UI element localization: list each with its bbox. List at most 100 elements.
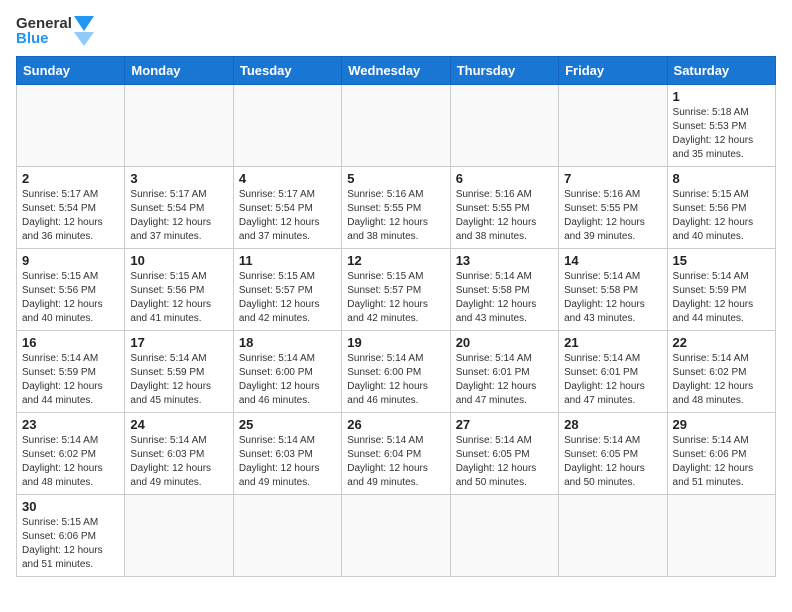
calendar-cell: 2 Sunrise: 5:17 AM Sunset: 5:54 PM Daylig… bbox=[17, 167, 125, 249]
day-info: Sunrise: 5:14 AM Sunset: 5:58 PM Dayligh… bbox=[456, 270, 553, 326]
day-number: 18 bbox=[239, 335, 336, 350]
day-number: 25 bbox=[239, 417, 336, 432]
calendar-cell bbox=[342, 495, 450, 577]
day-number: 6 bbox=[456, 171, 553, 186]
day-number: 20 bbox=[456, 335, 553, 350]
calendar-cell: 14 Sunrise: 5:14 AM Sunset: 5:58 PM Dayli… bbox=[559, 249, 667, 331]
calendar-week-row: 16Sunrise: 5:14 AM Sunset: 5:59 PM Dayli… bbox=[17, 331, 776, 413]
calendar-week-row: 30 Sunrise: 5:15 AM Sunset: 6:06 PM Dayli… bbox=[17, 495, 776, 577]
day-number: 28 bbox=[564, 417, 661, 432]
day-info: Sunrise: 5:14 AM Sunset: 6:03 PM Dayligh… bbox=[239, 434, 336, 490]
calendar-cell: 19 Sunrise: 5:14 AM Sunset: 6:00 PM Dayli… bbox=[342, 331, 450, 413]
day-number: 7 bbox=[564, 171, 661, 186]
col-header-wednesday: Wednesday bbox=[342, 57, 450, 85]
calendar-week-row: 2 Sunrise: 5:17 AM Sunset: 5:54 PM Daylig… bbox=[17, 167, 776, 249]
day-number: 12 bbox=[347, 253, 444, 268]
calendar-cell: 28 Sunrise: 5:14 AM Sunset: 6:05 PM Dayli… bbox=[559, 413, 667, 495]
day-info: Sunrise: 5:15 AM Sunset: 6:06 PM Dayligh… bbox=[22, 516, 119, 572]
calendar-table: SundayMondayTuesdayWednesdayThursdayFrid… bbox=[16, 56, 776, 577]
calendar-cell bbox=[559, 85, 667, 167]
day-info: Sunrise: 5:15 AM Sunset: 5:56 PM Dayligh… bbox=[673, 188, 770, 244]
col-header-monday: Monday bbox=[125, 57, 233, 85]
calendar-cell: 24Sunrise: 5:14 AM Sunset: 6:03 PM Dayli… bbox=[125, 413, 233, 495]
calendar-cell: 8 Sunrise: 5:15 AM Sunset: 5:56 PM Daylig… bbox=[667, 167, 775, 249]
day-info: Sunrise: 5:14 AM Sunset: 6:01 PM Dayligh… bbox=[456, 352, 553, 408]
col-header-sunday: Sunday bbox=[17, 57, 125, 85]
logo: General Blue bbox=[16, 16, 94, 46]
day-number: 17 bbox=[130, 335, 227, 350]
day-number: 15 bbox=[673, 253, 770, 268]
day-info: Sunrise: 5:14 AM Sunset: 5:59 PM Dayligh… bbox=[130, 352, 227, 408]
day-number: 30 bbox=[22, 499, 119, 514]
calendar-header-row: SundayMondayTuesdayWednesdayThursdayFrid… bbox=[17, 57, 776, 85]
calendar-cell: 22 Sunrise: 5:14 AM Sunset: 6:02 PM Dayli… bbox=[667, 331, 775, 413]
day-number: 9 bbox=[22, 253, 119, 268]
day-info: Sunrise: 5:17 AM Sunset: 5:54 PM Dayligh… bbox=[22, 188, 119, 244]
calendar-cell bbox=[17, 85, 125, 167]
calendar-cell bbox=[450, 85, 558, 167]
calendar-cell: 29 Sunrise: 5:14 AM Sunset: 6:06 PM Dayli… bbox=[667, 413, 775, 495]
calendar-cell: 10Sunrise: 5:15 AM Sunset: 5:56 PM Dayli… bbox=[125, 249, 233, 331]
calendar-cell: 17 Sunrise: 5:14 AM Sunset: 5:59 PM Dayli… bbox=[125, 331, 233, 413]
day-info: Sunrise: 5:14 AM Sunset: 6:05 PM Dayligh… bbox=[564, 434, 661, 490]
day-info: Sunrise: 5:14 AM Sunset: 6:05 PM Dayligh… bbox=[456, 434, 553, 490]
day-number: 3 bbox=[130, 171, 227, 186]
calendar-cell bbox=[125, 495, 233, 577]
day-info: Sunrise: 5:14 AM Sunset: 5:58 PM Dayligh… bbox=[564, 270, 661, 326]
calendar-cell: 11Sunrise: 5:15 AM Sunset: 5:57 PM Dayli… bbox=[233, 249, 341, 331]
day-info: Sunrise: 5:14 AM Sunset: 6:02 PM Dayligh… bbox=[22, 434, 119, 490]
day-info: Sunrise: 5:15 AM Sunset: 5:57 PM Dayligh… bbox=[239, 270, 336, 326]
day-number: 8 bbox=[673, 171, 770, 186]
day-number: 26 bbox=[347, 417, 444, 432]
day-number: 19 bbox=[347, 335, 444, 350]
day-info: Sunrise: 5:14 AM Sunset: 6:00 PM Dayligh… bbox=[347, 352, 444, 408]
day-info: Sunrise: 5:17 AM Sunset: 5:54 PM Dayligh… bbox=[239, 188, 336, 244]
calendar-cell bbox=[450, 495, 558, 577]
calendar-cell: 3 Sunrise: 5:17 AM Sunset: 5:54 PM Daylig… bbox=[125, 167, 233, 249]
day-number: 29 bbox=[673, 417, 770, 432]
logo-general-text: General bbox=[16, 16, 72, 31]
day-number: 10 bbox=[130, 253, 227, 268]
day-number: 5 bbox=[347, 171, 444, 186]
day-number: 2 bbox=[22, 171, 119, 186]
day-info: Sunrise: 5:16 AM Sunset: 5:55 PM Dayligh… bbox=[564, 188, 661, 244]
calendar-cell: 5Sunrise: 5:16 AM Sunset: 5:55 PM Daylig… bbox=[342, 167, 450, 249]
calendar-cell: 16Sunrise: 5:14 AM Sunset: 5:59 PM Dayli… bbox=[17, 331, 125, 413]
calendar-cell: 12 Sunrise: 5:15 AM Sunset: 5:57 PM Dayli… bbox=[342, 249, 450, 331]
col-header-friday: Friday bbox=[559, 57, 667, 85]
day-info: Sunrise: 5:14 AM Sunset: 6:03 PM Dayligh… bbox=[130, 434, 227, 490]
day-number: 21 bbox=[564, 335, 661, 350]
calendar-cell: 25 Sunrise: 5:14 AM Sunset: 6:03 PM Dayli… bbox=[233, 413, 341, 495]
day-number: 14 bbox=[564, 253, 661, 268]
day-number: 27 bbox=[456, 417, 553, 432]
calendar-cell: 6Sunrise: 5:16 AM Sunset: 5:55 PM Daylig… bbox=[450, 167, 558, 249]
calendar-cell: 30 Sunrise: 5:15 AM Sunset: 6:06 PM Dayli… bbox=[17, 495, 125, 577]
calendar-cell: 23 Sunrise: 5:14 AM Sunset: 6:02 PM Dayli… bbox=[17, 413, 125, 495]
day-info: Sunrise: 5:15 AM Sunset: 5:56 PM Dayligh… bbox=[22, 270, 119, 326]
day-number: 23 bbox=[22, 417, 119, 432]
day-number: 22 bbox=[673, 335, 770, 350]
day-info: Sunrise: 5:14 AM Sunset: 5:59 PM Dayligh… bbox=[22, 352, 119, 408]
calendar-cell: 15 Sunrise: 5:14 AM Sunset: 5:59 PM Dayli… bbox=[667, 249, 775, 331]
day-info: Sunrise: 5:17 AM Sunset: 5:54 PM Dayligh… bbox=[130, 188, 227, 244]
calendar-cell: 27 Sunrise: 5:14 AM Sunset: 6:05 PM Dayli… bbox=[450, 413, 558, 495]
calendar-cell: 9 Sunrise: 5:15 AM Sunset: 5:56 PM Daylig… bbox=[17, 249, 125, 331]
day-info: Sunrise: 5:15 AM Sunset: 5:57 PM Dayligh… bbox=[347, 270, 444, 326]
day-info: Sunrise: 5:14 AM Sunset: 5:59 PM Dayligh… bbox=[673, 270, 770, 326]
calendar-cell: 1 Sunrise: 5:18 AM Sunset: 5:53 PM Daylig… bbox=[667, 85, 775, 167]
calendar-cell: 13Sunrise: 5:14 AM Sunset: 5:58 PM Dayli… bbox=[450, 249, 558, 331]
day-info: Sunrise: 5:14 AM Sunset: 6:06 PM Dayligh… bbox=[673, 434, 770, 490]
calendar-cell: 20 Sunrise: 5:14 AM Sunset: 6:01 PM Dayli… bbox=[450, 331, 558, 413]
calendar-cell bbox=[342, 85, 450, 167]
calendar-cell bbox=[233, 495, 341, 577]
calendar-cell: 18Sunrise: 5:14 AM Sunset: 6:00 PM Dayli… bbox=[233, 331, 341, 413]
col-header-tuesday: Tuesday bbox=[233, 57, 341, 85]
calendar-cell: 26Sunrise: 5:14 AM Sunset: 6:04 PM Dayli… bbox=[342, 413, 450, 495]
calendar-cell bbox=[233, 85, 341, 167]
day-info: Sunrise: 5:18 AM Sunset: 5:53 PM Dayligh… bbox=[673, 106, 770, 162]
day-number: 1 bbox=[673, 89, 770, 104]
calendar-cell: 7 Sunrise: 5:16 AM Sunset: 5:55 PM Daylig… bbox=[559, 167, 667, 249]
calendar-week-row: 9 Sunrise: 5:15 AM Sunset: 5:56 PM Daylig… bbox=[17, 249, 776, 331]
day-info: Sunrise: 5:14 AM Sunset: 6:02 PM Dayligh… bbox=[673, 352, 770, 408]
calendar-cell: 4Sunrise: 5:17 AM Sunset: 5:54 PM Daylig… bbox=[233, 167, 341, 249]
